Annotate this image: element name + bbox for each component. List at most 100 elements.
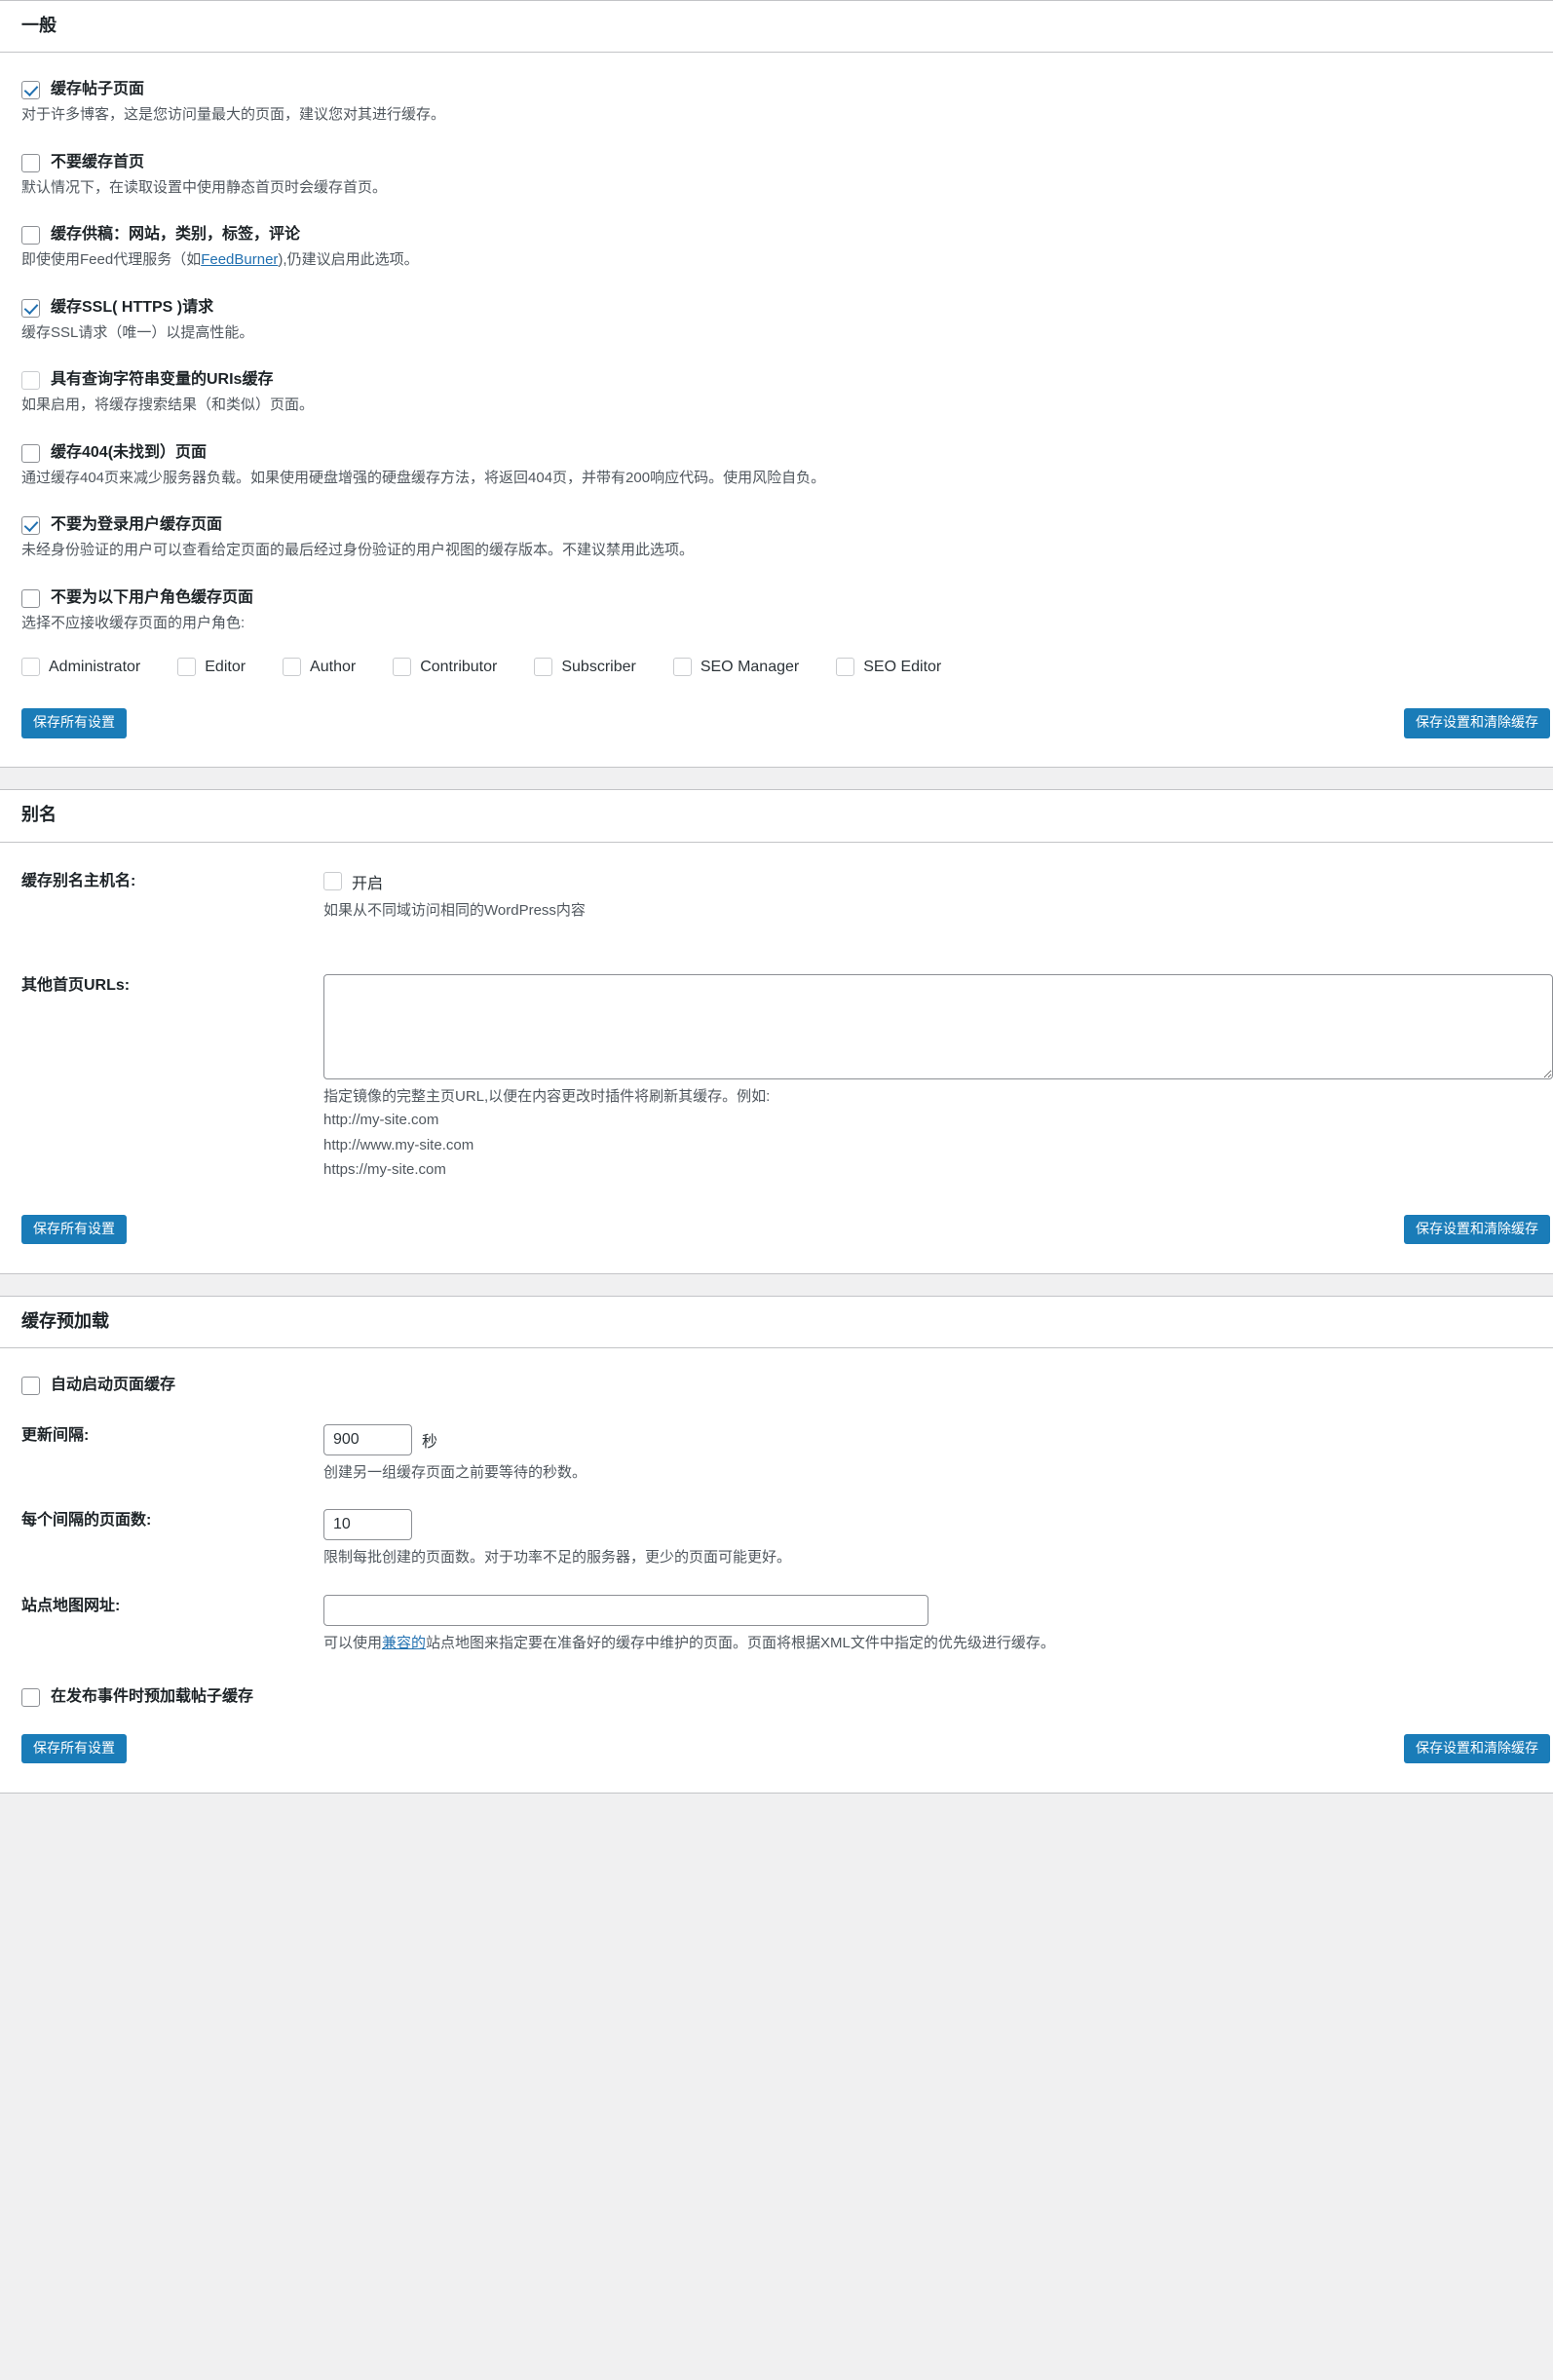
checkbox-alias-enable[interactable] <box>323 872 342 891</box>
url-example-3: https://my-site.com <box>323 1161 446 1179</box>
row-field: 指定镜像的完整主页URL,以便在内容更改时插件将刷新其缓存。例如: http:/… <box>323 974 1553 1183</box>
alias-enable-description: 如果从不同域访问相同的WordPress内容 <box>323 901 586 919</box>
role-checkbox-group: Administrator Editor Author Contributor <box>21 658 1532 677</box>
role-label: SEO Manager <box>700 659 800 676</box>
option-head[interactable]: 缓存404(未找到）页面 <box>21 443 1532 463</box>
row-cache-alias-hostname: 缓存别名主机名: 开启 如果从不同域访问相同的WordPress内容 <box>21 870 1532 922</box>
interval-unit-label: 秒 <box>422 1434 438 1452</box>
option-auto-start-preload: 自动启动页面缓存 <box>21 1376 1532 1396</box>
option-dont-cache-front-page: 不要缓存首页 默认情况下，在读取设置中使用静态首页时会缓存首页。 <box>21 153 1532 200</box>
feedburner-link[interactable]: FeedBurner <box>201 251 278 268</box>
alias-enable-toggle[interactable]: 开启 <box>323 870 1532 893</box>
preload-button-bar: 保存所有设置 保存设置和清除缓存 <box>21 1733 1550 1764</box>
save-and-clear-cache-button-alias[interactable]: 保存设置和清除缓存 <box>1404 1214 1550 1245</box>
row-field: 限制每批创建的页面数。对于功率不足的服务器，更少的页面可能更好。 <box>323 1509 1532 1568</box>
checkbox-role-administrator[interactable] <box>21 658 40 677</box>
checkbox-dont-cache-roles[interactable] <box>21 588 40 608</box>
save-all-settings-button-general[interactable]: 保存所有设置 <box>21 708 127 738</box>
checkbox-auto-start-preload[interactable] <box>21 1377 40 1396</box>
checkbox-cache-ssl[interactable] <box>21 298 40 318</box>
option-description: 通过缓存404页来减少服务器负载。如果使用硬盘增强的硬盘缓存方法，将返回404页… <box>21 469 826 486</box>
option-head[interactable]: 不要为登录用户缓存页面 <box>21 515 1532 536</box>
checkbox-role-editor[interactable] <box>177 658 197 677</box>
row-field: 可以使用兼容的站点地图来指定要在准备好的缓存中维护的页面。页面将根据XML文件中… <box>323 1594 1532 1654</box>
checkbox-dont-cache-front-page[interactable] <box>21 153 40 172</box>
option-label: 缓存供稿：网站，类别，标签，评论 <box>51 226 301 244</box>
option-description: 缓存SSL请求（唯一）以提高性能。 <box>21 323 254 341</box>
panel-alias-header: 别名 <box>0 790 1553 843</box>
pages-per-interval-description: 限制每批创建的页面数。对于功率不足的服务器，更少的页面可能更好。 <box>323 1549 792 1567</box>
checkbox-role-seo-manager[interactable] <box>672 658 692 677</box>
option-cache-ssl: 缓存SSL( HTTPS )请求 缓存SSL请求（唯一）以提高性能。 <box>21 298 1532 345</box>
option-head[interactable]: 缓存帖子页面 <box>21 80 1532 100</box>
panel-general-title: 一般 <box>21 16 57 35</box>
option-head[interactable]: 不要缓存首页 <box>21 153 1532 172</box>
row-label: 缓存别名主机名: <box>21 872 136 889</box>
checkbox-role-seo-editor[interactable] <box>836 658 855 677</box>
option-description: 默认情况下，在读取设置中使用静态首页时会缓存首页。 <box>21 178 388 196</box>
row-field: 开启 如果从不同域访问相同的WordPress内容 <box>323 870 1532 922</box>
role-label: Author <box>310 659 357 676</box>
panel-general: 一般 缓存帖子页面 对于许多博客，这是您访问量最大的页面，建议您对其进行缓存。 … <box>0 0 1553 769</box>
sitemap-url-input[interactable] <box>323 1594 928 1626</box>
option-dont-cache-logged-in: 不要为登录用户缓存页面 未经身份验证的用户可以查看给定页面的最后经过身份验证的用… <box>21 515 1532 562</box>
checkbox-role-author[interactable] <box>283 658 302 677</box>
role-item-subscriber[interactable]: Subscriber <box>534 658 636 677</box>
option-description: 未经身份验证的用户可以查看给定页面的最后经过身份验证的用户视图的缓存版本。不建议… <box>21 542 695 559</box>
role-item-administrator[interactable]: Administrator <box>21 658 141 677</box>
option-preload-on-publish: 在发布事件时预加载帖子缓存 <box>21 1687 1532 1707</box>
option-label: 缓存404(未找到）页面 <box>51 443 208 461</box>
role-item-author[interactable]: Author <box>283 658 357 677</box>
compatible-sitemap-link[interactable]: 兼容的 <box>382 1635 426 1651</box>
option-label: 具有查询字符串变量的URIs缓存 <box>51 371 274 389</box>
option-head[interactable]: 缓存SSL( HTTPS )请求 <box>21 298 1532 318</box>
role-label: Editor <box>205 659 246 676</box>
desc-text-post: ),仍建议启用此选项。 <box>278 251 419 269</box>
checkbox-dont-cache-logged-in[interactable] <box>21 516 40 536</box>
url-example-1: http://my-site.com <box>323 1112 439 1129</box>
checkbox-cache-404[interactable] <box>21 443 40 463</box>
sitemap-desc-pre: 可以使用 <box>323 1634 383 1651</box>
refresh-interval-input[interactable] <box>323 1424 412 1456</box>
row-field: 秒 创建另一组缓存页面之前要等待的秒数。 <box>323 1424 1532 1484</box>
panel-alias-title: 别名 <box>21 805 57 825</box>
panel-general-body: 缓存帖子页面 对于许多博客，这是您访问量最大的页面，建议您对其进行缓存。 不要缓… <box>0 53 1553 767</box>
option-cache-404: 缓存404(未找到）页面 通过缓存404页来减少服务器负载。如果使用硬盘增强的硬… <box>21 443 1532 490</box>
checkbox-preload-on-publish[interactable] <box>21 1687 40 1707</box>
save-all-settings-button-alias[interactable]: 保存所有设置 <box>21 1214 127 1245</box>
option-label: 缓存SSL( HTTPS )请求 <box>51 298 214 316</box>
pages-per-interval-input[interactable] <box>323 1509 412 1541</box>
panel-general-header: 一般 <box>0 1 1553 54</box>
checkbox-role-contributor[interactable] <box>393 658 412 677</box>
role-item-contributor[interactable]: Contributor <box>393 658 497 677</box>
option-label: 不要为以下用户角色缓存页面 <box>51 588 254 606</box>
option-head[interactable]: 自动启动页面缓存 <box>21 1376 1532 1396</box>
option-head[interactable]: 不要为以下用户角色缓存页面 <box>21 588 1532 608</box>
option-label: 不要缓存首页 <box>51 153 145 170</box>
row-pages-per-interval: 每个间隔的页面数: 限制每批创建的页面数。对于功率不足的服务器，更少的页面可能更… <box>21 1509 1532 1568</box>
role-item-seo-editor[interactable]: SEO Editor <box>836 658 941 677</box>
option-head[interactable]: 具有查询字符串变量的URIs缓存 <box>21 370 1532 391</box>
option-cache-feeds: 缓存供稿：网站，类别，标签，评论 即使使用Feed代理服务（如FeedBurne… <box>21 225 1532 272</box>
checkbox-cache-feeds[interactable] <box>21 226 40 246</box>
role-label: Administrator <box>49 659 141 676</box>
save-and-clear-cache-button-general[interactable]: 保存设置和清除缓存 <box>1404 708 1550 738</box>
row-label: 其他首页URLs: <box>21 977 131 995</box>
option-head[interactable]: 缓存供稿：网站，类别，标签，评论 <box>21 225 1532 246</box>
checkbox-cache-post-pages[interactable] <box>21 81 40 100</box>
checkbox-cache-uris-with-query[interactable] <box>21 371 40 391</box>
row-label: 每个间隔的页面数: <box>21 1512 152 1530</box>
other-home-urls-textarea[interactable] <box>323 974 1553 1080</box>
sitemap-url-description: 可以使用兼容的站点地图来指定要在准备好的缓存中维护的页面。页面将根据XML文件中… <box>323 1632 1532 1654</box>
alias-button-bar: 保存所有设置 保存设置和清除缓存 <box>21 1214 1550 1245</box>
save-all-settings-button-preload[interactable]: 保存所有设置 <box>21 1733 127 1764</box>
sitemap-desc-post: 站点地图来指定要在准备好的缓存中维护的页面。页面将根据XML文件中指定的优先级进… <box>426 1634 1055 1651</box>
role-item-seo-manager[interactable]: SEO Manager <box>672 658 800 677</box>
checkbox-role-subscriber[interactable] <box>534 658 553 677</box>
alias-enable-label: 开启 <box>352 875 384 892</box>
other-home-urls-description: 指定镜像的完整主页URL,以便在内容更改时插件将刷新其缓存。例如: <box>323 1088 771 1106</box>
role-item-editor[interactable]: Editor <box>177 658 246 677</box>
role-label: Subscriber <box>561 659 636 676</box>
save-and-clear-cache-button-preload[interactable]: 保存设置和清除缓存 <box>1404 1733 1550 1764</box>
option-head[interactable]: 在发布事件时预加载帖子缓存 <box>21 1687 1532 1707</box>
